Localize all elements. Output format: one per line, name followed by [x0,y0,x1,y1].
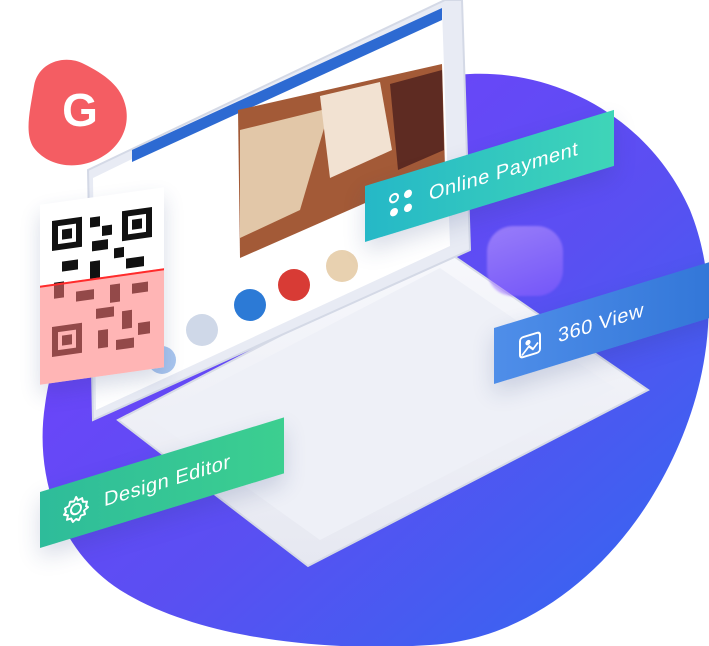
qr-code-card [40,187,164,385]
product-thumb [186,314,218,346]
dots-grid-icon [387,185,415,222]
product-thumb [326,250,358,282]
product-thumb [278,269,310,301]
scan-overlay [40,268,164,385]
360-view-label: 360 View [558,298,644,347]
gear-icon [62,491,90,528]
accent-glow [487,226,563,296]
image-icon [516,327,544,364]
product-thumb [234,289,266,321]
